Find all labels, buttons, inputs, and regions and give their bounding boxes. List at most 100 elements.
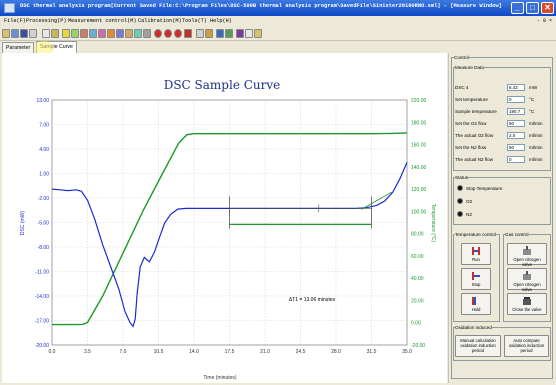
status-o2: O2: [466, 199, 473, 204]
y-right-tick-label: 0.00: [411, 321, 421, 327]
calibration-icon[interactable]: [236, 29, 244, 38]
actual-n2-flow-label: The actual N2 flow: [455, 157, 494, 162]
run-button[interactable]: Run: [461, 243, 491, 265]
status-title: Status: [455, 175, 469, 180]
sample-temperature-unit: °C: [529, 109, 535, 114]
status-o2-indicator: [457, 198, 463, 204]
tangent-icon[interactable]: [134, 29, 142, 38]
chart-panel: 0.0 3.5 7.0 10.5 14.0 17.5 21.0 24.5 28.0 31.5 35.…: [2, 53, 447, 383]
close-button[interactable]: ✕: [541, 2, 554, 14]
y-right-tick-label: 140.00: [411, 165, 427, 171]
temperature-control-title: Temperature control: [455, 232, 496, 237]
baseline-icon[interactable]: [98, 29, 106, 38]
delta-t-annotation: ΔT1 = 13.06 minutes: [289, 297, 336, 303]
y-right-tick-label: 80.00: [411, 232, 424, 238]
menu-measurement-control[interactable]: Measurement control(M): [68, 18, 137, 24]
title-bar: DSC thermal analysis program[Current Sav…: [0, 0, 556, 16]
peak-icon[interactable]: [107, 29, 115, 38]
integral-icon[interactable]: [116, 29, 124, 38]
open-nitrogen-valve-button[interactable]: Open nitrogen valve: [507, 243, 547, 267]
y-tick-label: 1.00: [39, 172, 49, 178]
menu-processing[interactable]: Processing(P): [26, 18, 66, 24]
set-temperature-unit: °C: [529, 97, 535, 102]
edit-icon[interactable]: [71, 29, 79, 38]
measure-data-title: Measure Data: [455, 65, 484, 70]
window-icon[interactable]: [216, 29, 224, 38]
hold-icon: [472, 297, 476, 305]
x-tick-label: 28.0: [331, 349, 341, 355]
font-icon[interactable]: [205, 29, 213, 38]
y-tick-label: -2.00: [38, 196, 50, 202]
print-icon[interactable]: [29, 29, 37, 38]
stop-button[interactable]: Stop: [461, 268, 491, 290]
open-nitrogen-valve-button-2[interactable]: Open nitrogen valve: [507, 268, 547, 292]
actual-o2-flow-unit: ml/min: [529, 133, 543, 138]
menu-calibration[interactable]: Calibration(M): [138, 18, 182, 24]
x-tick-label: 10.5: [154, 349, 164, 355]
y-axis-label: DSC (mW): [20, 211, 26, 235]
y-right-tick-label: 220.00: [411, 98, 427, 104]
onset-icon[interactable]: [125, 29, 133, 38]
highlighted-tool-icon[interactable]: [62, 29, 70, 38]
control-group-title: Control: [454, 55, 469, 60]
run-icon: [472, 247, 480, 255]
chart-title: DSC Sample Curve: [164, 78, 281, 92]
mdi-window-controls[interactable]: - 8 ×: [537, 18, 552, 24]
heat-icon[interactable]: [184, 29, 192, 38]
set-o2-flow-value[interactable]: 50: [507, 120, 525, 127]
close-valve-button[interactable]: Close the valve: [507, 293, 547, 315]
actual-o2-flow-label: The actual O2 flow: [455, 133, 494, 138]
set-n2-flow-value[interactable]: 50: [507, 144, 525, 151]
save-icon[interactable]: [11, 29, 19, 38]
y-right-tick-label: 100.00: [411, 209, 427, 215]
menu-help[interactable]: Help(H): [210, 18, 232, 24]
y-tick-label: -20.00: [35, 343, 49, 349]
set-o2-flow-unit: ml/min: [529, 121, 543, 126]
auto-oxidation-button[interactable]: Auto compute oxidation induction period: [504, 335, 549, 357]
open-nitrogen-valve-label: Open nitrogen valve: [513, 257, 541, 267]
export-icon[interactable]: [51, 29, 59, 38]
control-panel: Control Measure Data DSC 4 6.42 mW Set t…: [448, 53, 554, 383]
pause-icon[interactable]: [174, 29, 182, 38]
print-preview-icon[interactable]: [42, 29, 50, 38]
x-tick-label: 24.5: [296, 349, 306, 355]
y-tick-label: -8.00: [38, 245, 50, 251]
x-axis-label: Time (minutes): [203, 375, 236, 381]
window-title: DSC thermal analysis program[Current Sav…: [20, 3, 503, 9]
valve-close-icon: [523, 297, 531, 305]
actual-n2-flow-unit: ml/min: [529, 157, 543, 162]
actual-n2-flow-value: 0: [507, 156, 525, 163]
maximize-button[interactable]: □: [526, 2, 539, 14]
open-icon[interactable]: [2, 29, 10, 38]
save-all-icon[interactable]: [20, 29, 28, 38]
x-tick-label: 31.5: [367, 349, 377, 355]
oxidation-title: Oxidation induced: [455, 325, 492, 330]
run-label: Run: [472, 257, 480, 262]
set-temperature-label: Set temperature: [455, 97, 488, 102]
y-tick-label: -17.00: [35, 319, 49, 325]
toolbar: [0, 27, 556, 41]
about-icon[interactable]: [254, 29, 262, 38]
stop-record-icon[interactable]: [164, 29, 172, 38]
minimize-button[interactable]: _: [511, 2, 524, 14]
menu-file[interactable]: File(F): [4, 18, 26, 24]
x-tick-label: 35.0: [402, 349, 412, 355]
status-n2-indicator: [457, 211, 463, 217]
tab-parameter[interactable]: Parameter: [2, 42, 35, 53]
valve-open-icon: [523, 246, 531, 255]
record-icon[interactable]: [154, 29, 162, 38]
gas-control-title: Gas control: [505, 232, 529, 237]
help-icon[interactable]: [245, 29, 253, 38]
grid-icon[interactable]: [143, 29, 151, 38]
cursor-icon[interactable]: [196, 29, 204, 38]
marker-icon[interactable]: [80, 29, 88, 38]
menu-tools[interactable]: Tools(T): [182, 18, 207, 24]
dsc-unit: mW: [529, 85, 538, 90]
settings-icon[interactable]: [225, 29, 233, 38]
manual-oxidation-button[interactable]: Manual calculation oxidation induction p…: [455, 335, 501, 357]
y-right-tick-label: -20.00: [411, 343, 425, 349]
zoom-icon[interactable]: [89, 29, 97, 38]
sample-temperature-label: Sample temperature: [455, 109, 497, 114]
y-right-tick-label: 180.00: [411, 120, 427, 126]
hold-button[interactable]: Hold: [461, 293, 491, 315]
